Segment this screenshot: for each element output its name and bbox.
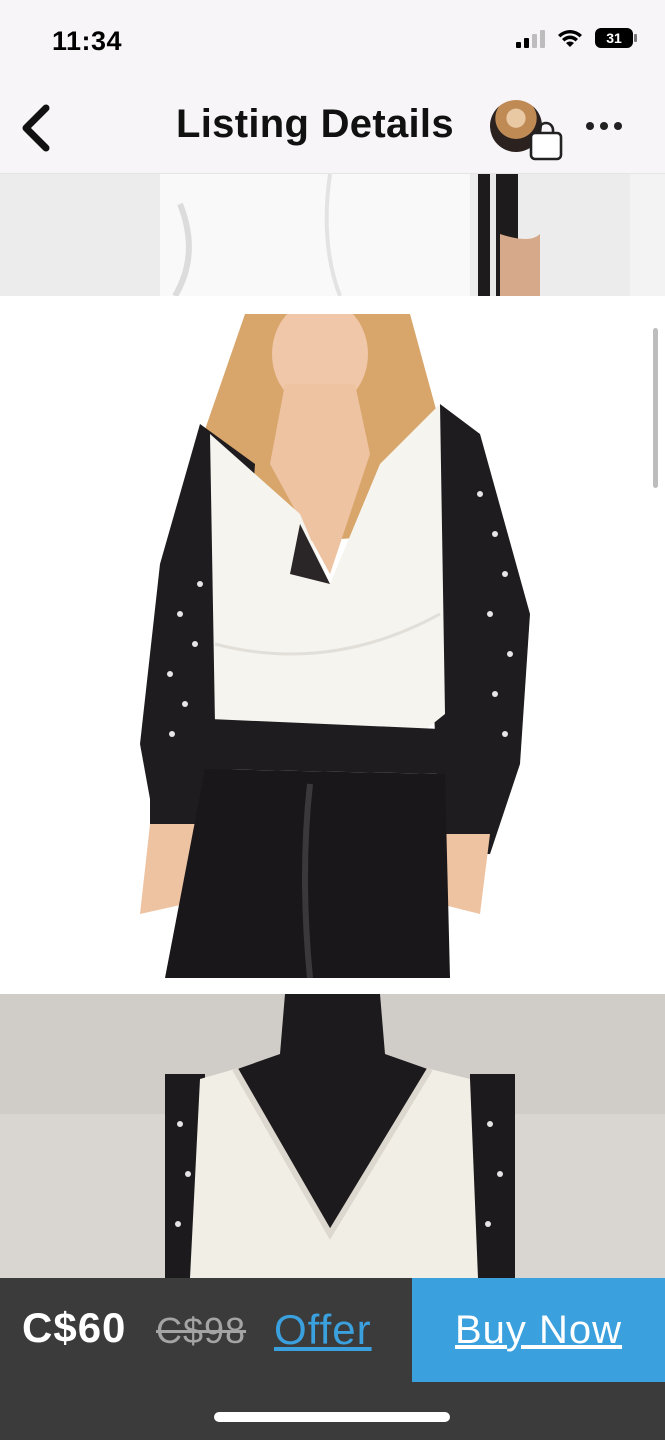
- shopping-bag-icon: [529, 121, 563, 161]
- listing-photo-gallery[interactable]: [0, 174, 665, 1278]
- photo-image: [0, 994, 665, 1278]
- home-indicator[interactable]: [214, 1412, 450, 1422]
- offer-button[interactable]: Offer: [274, 1306, 372, 1354]
- status-bar: 11:34 31: [0, 0, 665, 86]
- photo-image: [0, 314, 665, 978]
- status-icons: 31: [516, 28, 637, 48]
- photo-image: [0, 174, 665, 296]
- chevron-left-icon: [22, 104, 50, 152]
- page-title: Listing Details: [176, 102, 454, 146]
- battery-icon: 31: [595, 28, 637, 48]
- listing-photo[interactable]: [0, 314, 665, 978]
- original-price: C$98: [156, 1310, 247, 1351]
- seller-closet-button[interactable]: [488, 100, 568, 164]
- wifi-icon: [558, 30, 582, 47]
- buy-now-button[interactable]: Buy Now: [412, 1278, 665, 1382]
- back-button[interactable]: [14, 100, 64, 156]
- more-options-button[interactable]: [586, 116, 630, 136]
- cellular-signal-icon: [516, 28, 545, 48]
- listing-price: C$60: [22, 1304, 127, 1351]
- more-horizontal-icon: [586, 122, 594, 130]
- purchase-bar: C$60 C$98 Offer Buy Now: [0, 1278, 665, 1440]
- gallery-scrollbar[interactable]: [653, 328, 658, 488]
- listing-photo[interactable]: [0, 174, 665, 296]
- status-time: 11:34: [52, 26, 123, 56]
- navigation-bar: Listing Details: [0, 86, 665, 174]
- listing-photo[interactable]: [0, 994, 665, 1278]
